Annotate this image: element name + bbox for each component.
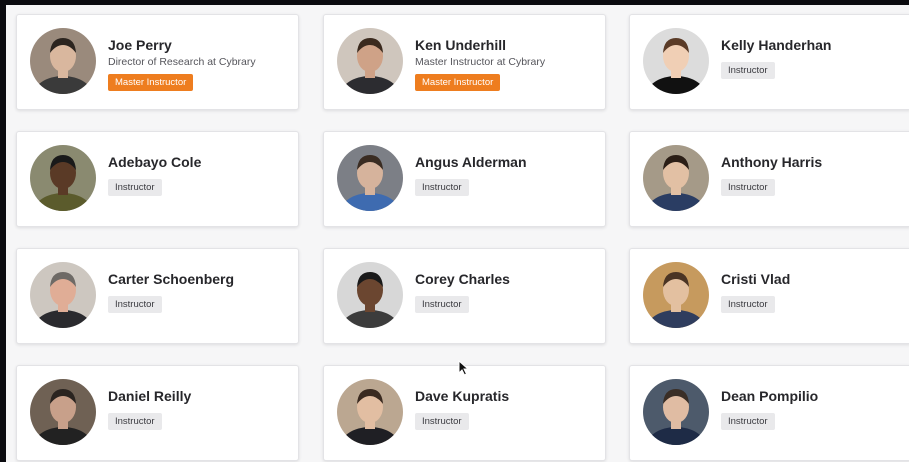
instructor-badge: Instructor bbox=[721, 62, 775, 79]
mouse-cursor-icon bbox=[458, 360, 470, 376]
avatar[interactable] bbox=[337, 262, 403, 328]
instructor-name[interactable]: Angus Alderman bbox=[415, 154, 527, 170]
profile-photo-icon bbox=[30, 145, 96, 211]
instructor-name[interactable]: Daniel Reilly bbox=[108, 388, 191, 404]
instructor-badge: Instructor bbox=[721, 296, 775, 313]
instructor-card[interactable]: Joe Perry Director of Research at Cybrar… bbox=[16, 14, 299, 110]
instructor-card[interactable]: Anthony Harris Instructor bbox=[629, 131, 909, 227]
instructor-card[interactable]: Ken Underhill Master Instructor at Cybra… bbox=[323, 14, 606, 110]
master-instructor-badge: Master Instructor bbox=[415, 74, 501, 91]
instructor-title: Director of Research at Cybrary bbox=[108, 56, 256, 68]
profile-photo-icon bbox=[30, 379, 96, 445]
instructor-name[interactable]: Cristi Vlad bbox=[721, 271, 790, 287]
instructor-name[interactable]: Corey Charles bbox=[415, 271, 510, 287]
profile-photo-icon bbox=[337, 145, 403, 211]
instructor-name[interactable]: Carter Schoenberg bbox=[108, 271, 234, 287]
instructor-name[interactable]: Dean Pompilio bbox=[721, 388, 818, 404]
instructor-card[interactable]: Dave Kupratis Instructor bbox=[323, 365, 606, 461]
instructor-name[interactable]: Joe Perry bbox=[108, 37, 172, 53]
profile-photo-icon bbox=[337, 379, 403, 445]
instructor-card[interactable]: Kelly Handerhan Instructor bbox=[629, 14, 909, 110]
instructor-badge: Instructor bbox=[721, 413, 775, 430]
avatar[interactable] bbox=[30, 379, 96, 445]
instructor-name[interactable]: Anthony Harris bbox=[721, 154, 822, 170]
instructor-badge: Instructor bbox=[108, 296, 162, 313]
instructor-card[interactable]: Carter Schoenberg Instructor bbox=[16, 248, 299, 344]
instructor-grid: Joe Perry Director of Research at Cybrar… bbox=[6, 5, 909, 462]
profile-photo-icon bbox=[337, 28, 403, 94]
instructor-badge: Instructor bbox=[415, 413, 469, 430]
instructor-title: Master Instructor at Cybrary bbox=[415, 56, 546, 68]
instructor-badge: Instructor bbox=[108, 179, 162, 196]
instructor-badge: Instructor bbox=[415, 296, 469, 313]
instructor-name[interactable]: Kelly Handerhan bbox=[721, 37, 831, 53]
profile-photo-icon bbox=[30, 262, 96, 328]
avatar[interactable] bbox=[337, 28, 403, 94]
instructor-badge: Instructor bbox=[415, 179, 469, 196]
instructor-card[interactable]: Dean Pompilio Instructor bbox=[629, 365, 909, 461]
instructor-card[interactable]: Angus Alderman Instructor bbox=[323, 131, 606, 227]
instructor-card[interactable]: Daniel Reilly Instructor bbox=[16, 365, 299, 461]
avatar[interactable] bbox=[643, 145, 709, 211]
avatar[interactable] bbox=[643, 28, 709, 94]
profile-photo-icon bbox=[643, 379, 709, 445]
profile-photo-icon bbox=[30, 28, 96, 94]
avatar[interactable] bbox=[643, 262, 709, 328]
profile-photo-icon bbox=[643, 145, 709, 211]
instructor-card[interactable]: Adebayo Cole Instructor bbox=[16, 131, 299, 227]
instructor-name[interactable]: Adebayo Cole bbox=[108, 154, 201, 170]
instructor-card[interactable]: Corey Charles Instructor bbox=[323, 248, 606, 344]
avatar[interactable] bbox=[30, 28, 96, 94]
avatar[interactable] bbox=[643, 379, 709, 445]
instructor-name[interactable]: Ken Underhill bbox=[415, 37, 506, 53]
avatar[interactable] bbox=[337, 145, 403, 211]
avatar[interactable] bbox=[30, 145, 96, 211]
master-instructor-badge: Master Instructor bbox=[108, 74, 194, 91]
instructor-badge: Instructor bbox=[108, 413, 162, 430]
instructor-card[interactable]: Cristi Vlad Instructor bbox=[629, 248, 909, 344]
profile-photo-icon bbox=[643, 262, 709, 328]
profile-photo-icon bbox=[337, 262, 403, 328]
avatar[interactable] bbox=[337, 379, 403, 445]
instructor-name[interactable]: Dave Kupratis bbox=[415, 388, 509, 404]
instructor-badge: Instructor bbox=[721, 179, 775, 196]
profile-photo-icon bbox=[643, 28, 709, 94]
avatar[interactable] bbox=[30, 262, 96, 328]
